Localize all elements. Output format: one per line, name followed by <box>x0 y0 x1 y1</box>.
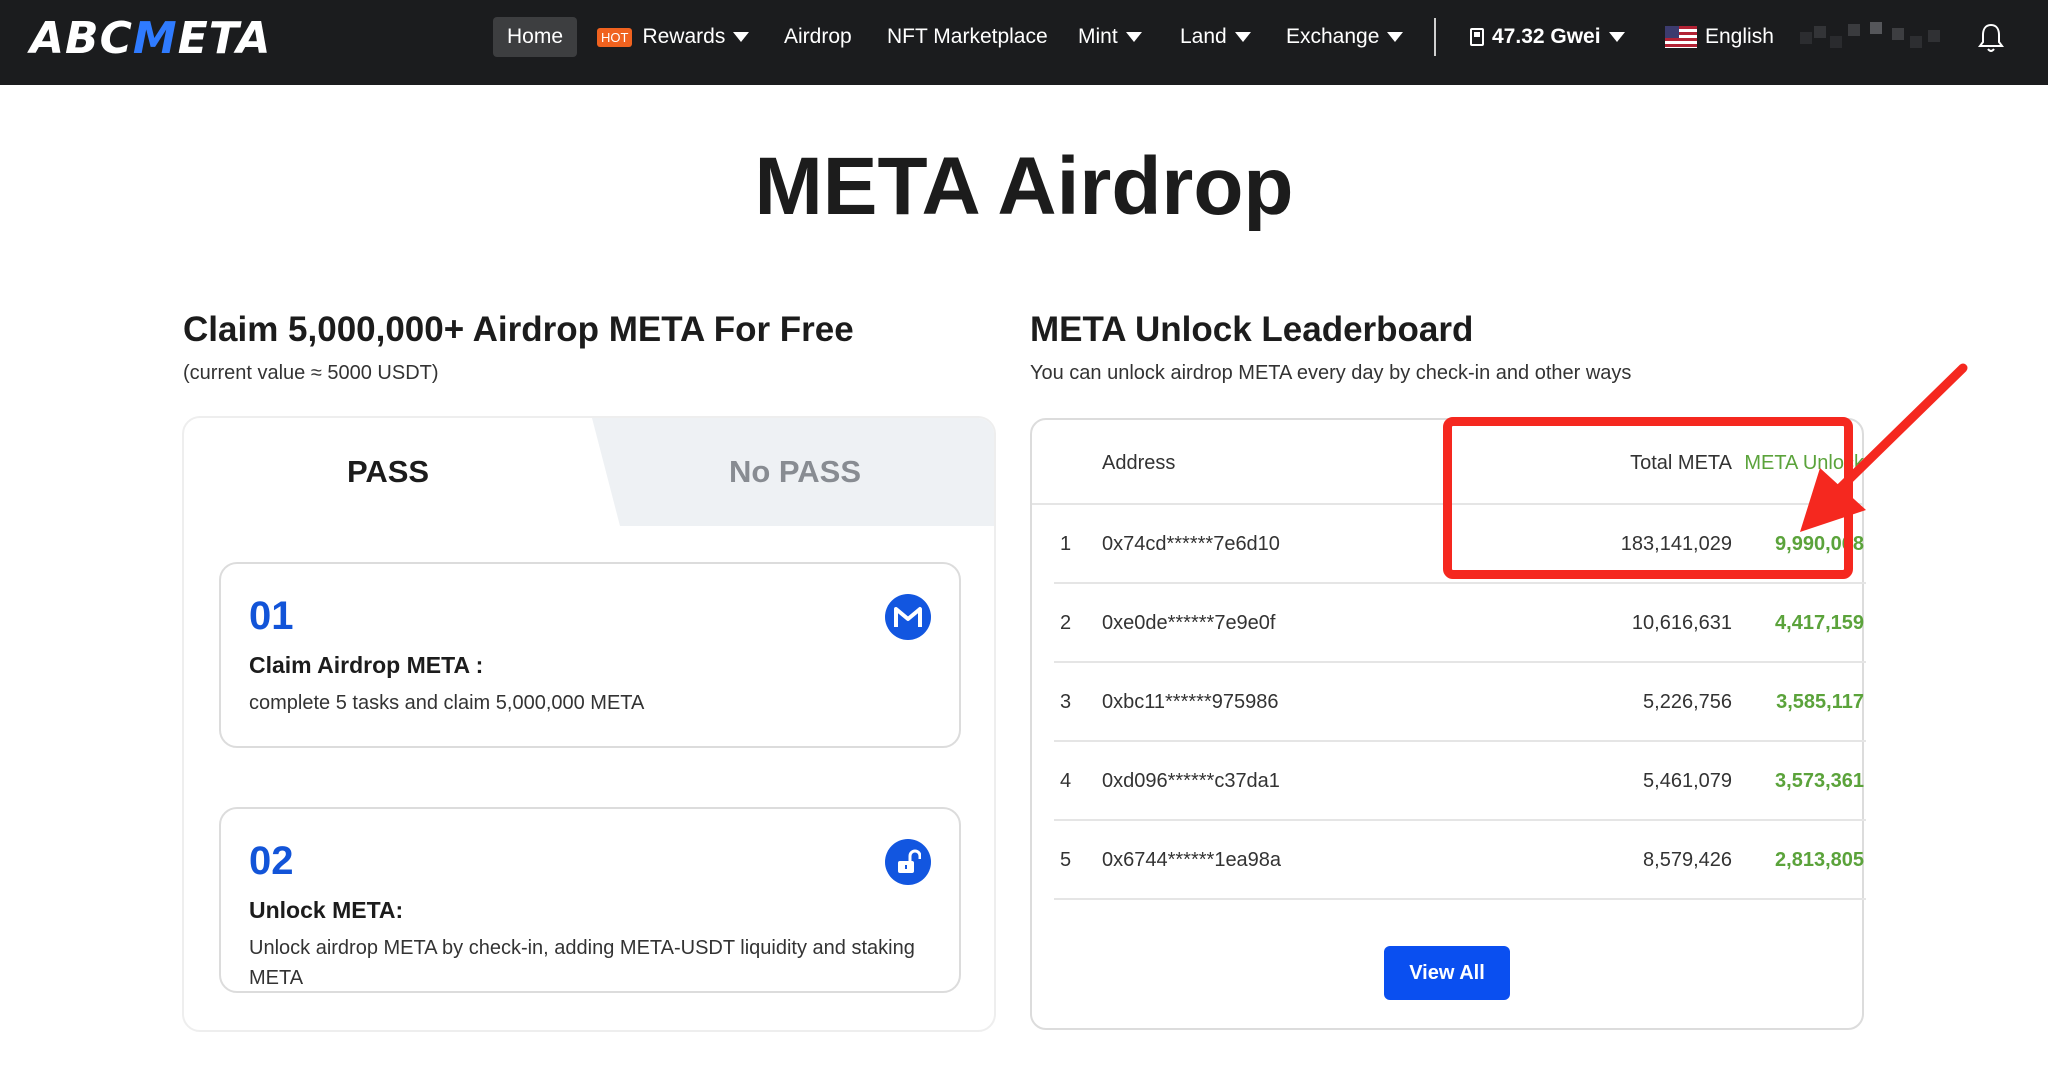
chevron-down-icon <box>1125 32 1142 42</box>
abcmeta-logo[interactable]: ABC M ETA <box>30 13 271 64</box>
chevron-down-icon <box>733 32 750 42</box>
step-title: Unlock META: <box>249 897 404 923</box>
column-header-address: Address <box>1102 452 1176 474</box>
nav-divider <box>1434 18 1436 56</box>
wallet-avatar[interactable] <box>1800 22 1950 52</box>
logo-prefix: ABC <box>30 12 133 64</box>
row-rank: 5 <box>1060 849 1072 871</box>
nav-home[interactable]: Home <box>493 17 577 57</box>
nav-land-label: Land <box>1180 25 1227 48</box>
step-title: Claim Airdrop META : <box>249 652 484 678</box>
chevron-down-icon <box>1234 32 1251 42</box>
row-address: 0xd096******c37da1 <box>1102 770 1280 792</box>
nav-nft-marketplace-label: NFT Marketplace <box>887 25 1048 48</box>
bell-icon[interactable] <box>1976 22 2006 54</box>
top-navbar: ABC M ETA Home HOT Rewards Airdrop NFT Mar… <box>0 0 2048 85</box>
nav-airdrop-label: Airdrop <box>784 25 852 48</box>
row-unlock: 3,573,361 <box>1775 770 1864 792</box>
tab-no-pass[interactable]: No PASS <box>592 418 994 526</box>
nav-rewards-label: Rewards <box>642 25 726 48</box>
step-card-unlock: 02 Unlock META: Unlock airdrop META by c… <box>219 807 961 993</box>
gas-pump-icon <box>1470 28 1484 46</box>
us-flag-icon <box>1665 26 1697 48</box>
row-rank: 3 <box>1060 691 1072 713</box>
language-selector[interactable]: English <box>1665 17 1774 57</box>
pass-card: PASS No PASS 01 Claim Airdrop META : com… <box>182 416 996 1032</box>
row-address: 0x6744******1ea98a <box>1102 849 1282 871</box>
chevron-down-icon <box>1608 32 1625 42</box>
row-rank: 1 <box>1060 533 1072 555</box>
chevron-down-icon <box>1387 32 1404 42</box>
language-label: English <box>1705 25 1774 48</box>
nav-nft-marketplace[interactable]: NFT Marketplace <box>887 17 1048 57</box>
logo-m: M <box>132 12 178 64</box>
leaderboard-title: META Unlock Leaderboard <box>1030 310 1474 349</box>
tab-pass[interactable]: PASS <box>184 418 592 526</box>
row-rank: 4 <box>1060 770 1072 792</box>
row-unlock: 4,417,159 <box>1775 612 1864 634</box>
gas-price-value: 47.32 Gwei <box>1492 25 1601 48</box>
step-number: 01 <box>249 594 294 638</box>
nav-rewards[interactable]: HOT Rewards <box>597 17 750 57</box>
table-row: 5 0x6744******1ea98a 8,579,426 2,813,805 <box>1054 821 1866 900</box>
nav-mint-label: Mint <box>1078 25 1118 48</box>
logo-suffix: ETA <box>177 12 272 64</box>
nav-land[interactable]: Land <box>1180 17 1251 57</box>
claim-title: Claim 5,000,000+ Airdrop META For Free <box>183 310 854 349</box>
step-description: Unlock airdrop META by check-in, adding … <box>249 937 915 989</box>
row-address: 0xbc11******975986 <box>1102 691 1279 713</box>
step-number: 02 <box>249 839 294 883</box>
table-row: 2 0xe0de******7e9e0f 10,616,631 4,417,15… <box>1054 584 1866 663</box>
row-unlock: 2,813,805 <box>1775 849 1864 871</box>
nav-home-label: Home <box>506 25 564 48</box>
table-row: 3 0xbc11******975986 5,226,756 3,585,117 <box>1054 663 1866 742</box>
hot-badge: HOT <box>597 27 633 47</box>
unlock-icon <box>885 839 931 885</box>
step-description: complete 5 tasks and claim 5,000,000 MET… <box>249 692 645 714</box>
nav-exchange[interactable]: Exchange <box>1286 17 1404 57</box>
page-title: META Airdrop <box>754 141 1294 232</box>
claim-subtitle: (current value ≈ 5000 USDT) <box>183 362 439 384</box>
row-unlock: 3,585,117 <box>1776 691 1864 713</box>
step-card-claim: 01 Claim Airdrop META : complete 5 tasks… <box>219 562 961 748</box>
red-arrow-annotation <box>1800 363 1968 532</box>
row-rank: 2 <box>1060 612 1072 634</box>
meta-coin-icon <box>885 594 931 640</box>
nav-exchange-label: Exchange <box>1286 25 1380 48</box>
table-row: 4 0xd096******c37da1 5,461,079 3,573,361 <box>1054 742 1866 821</box>
nav-mint[interactable]: Mint <box>1078 17 1142 57</box>
view-all-button[interactable]: View All <box>1384 946 1510 1000</box>
leaderboard-subtitle: You can unlock airdrop META every day by… <box>1030 362 1632 384</box>
gas-price-dropdown[interactable]: 47.32 Gwei <box>1470 17 1625 57</box>
row-address: 0xe0de******7e9e0f <box>1102 612 1276 634</box>
row-address: 0x74cd******7e6d10 <box>1102 533 1280 555</box>
nav-airdrop[interactable]: Airdrop <box>784 17 852 57</box>
